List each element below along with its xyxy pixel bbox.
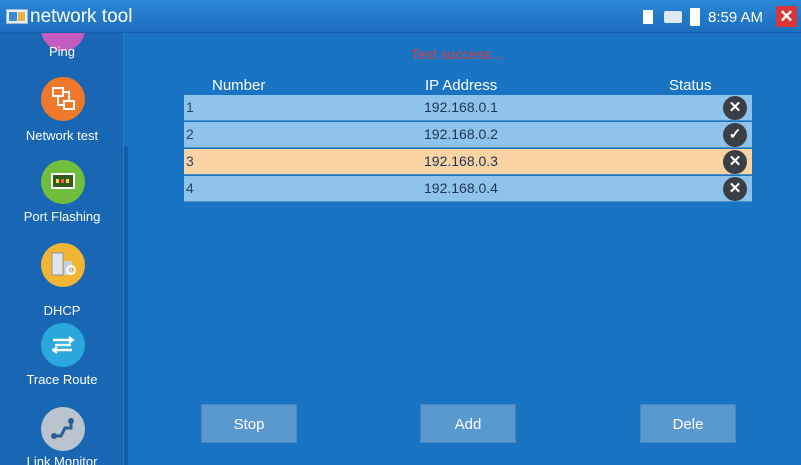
dhcp-icon [41, 243, 85, 287]
table-row[interactable]: 4 192.168.0.4 ✕ [184, 176, 752, 202]
sidebar-scrollbar[interactable] [124, 146, 128, 465]
table-row[interactable]: 2 192.168.0.2 ✓ [184, 122, 752, 148]
dhcp-glyph [51, 252, 76, 276]
network-test-icon [41, 77, 85, 121]
fail-icon: ✕ [723, 150, 747, 174]
add-button[interactable]: Add [420, 404, 516, 443]
row-ip-address: 192.168.0.3 [424, 153, 498, 169]
close-icon[interactable]: ✕ [776, 6, 797, 27]
row-ip-address: 192.168.0.4 [424, 180, 498, 196]
sidebar[interactable]: Ping Network test Port Flashing DHCP Tra… [0, 33, 124, 465]
sidebar-item-label: Link Monitor [26, 454, 98, 465]
status-message: Test success... [411, 46, 503, 62]
sidebar-item-label: DHCP [43, 303, 81, 318]
port-flashing-icon [41, 160, 85, 204]
sidebar-item-label: Network test [25, 128, 99, 143]
fail-icon: ✕ [723, 96, 747, 120]
delete-button[interactable]: Dele [640, 404, 736, 443]
network-icon [664, 11, 682, 23]
row-number: 2 [186, 126, 194, 142]
sd-card-icon [643, 10, 653, 24]
fail-icon: ✕ [723, 177, 747, 201]
link-monitor-icon [41, 407, 85, 451]
trace-route-glyph [51, 336, 75, 354]
column-header-number: Number [212, 77, 266, 94]
link-monitor-glyph [51, 418, 74, 439]
battery-icon [690, 8, 700, 26]
app-icon [6, 9, 28, 24]
row-number: 1 [186, 99, 194, 115]
network-test-glyph [52, 87, 75, 110]
column-header-status: Status [669, 77, 712, 94]
column-header-ip-address: IP Address [425, 77, 498, 94]
table-row[interactable]: 3 192.168.0.3 ✕ [184, 149, 752, 175]
clock: 8:59 AM [708, 9, 764, 26]
sidebar-item-label: Ping [48, 44, 76, 59]
sidebar-item-label: Trace Route [26, 372, 98, 387]
success-icon: ✓ [723, 123, 747, 147]
port-flashing-glyph [51, 173, 75, 189]
row-number: 4 [186, 180, 194, 196]
row-ip-address: 192.168.0.2 [424, 126, 498, 142]
row-ip-address: 192.168.0.1 [424, 99, 498, 115]
table-row[interactable]: 1 192.168.0.1 ✕ [184, 95, 752, 121]
stop-button[interactable]: Stop [201, 404, 297, 443]
trace-route-icon [41, 323, 85, 367]
sidebar-item-label: Port Flashing [23, 209, 101, 224]
title-bar: network tool 8:59 AM ✕ [0, 0, 801, 33]
row-number: 3 [186, 153, 194, 169]
app-title: network tool [30, 6, 133, 27]
